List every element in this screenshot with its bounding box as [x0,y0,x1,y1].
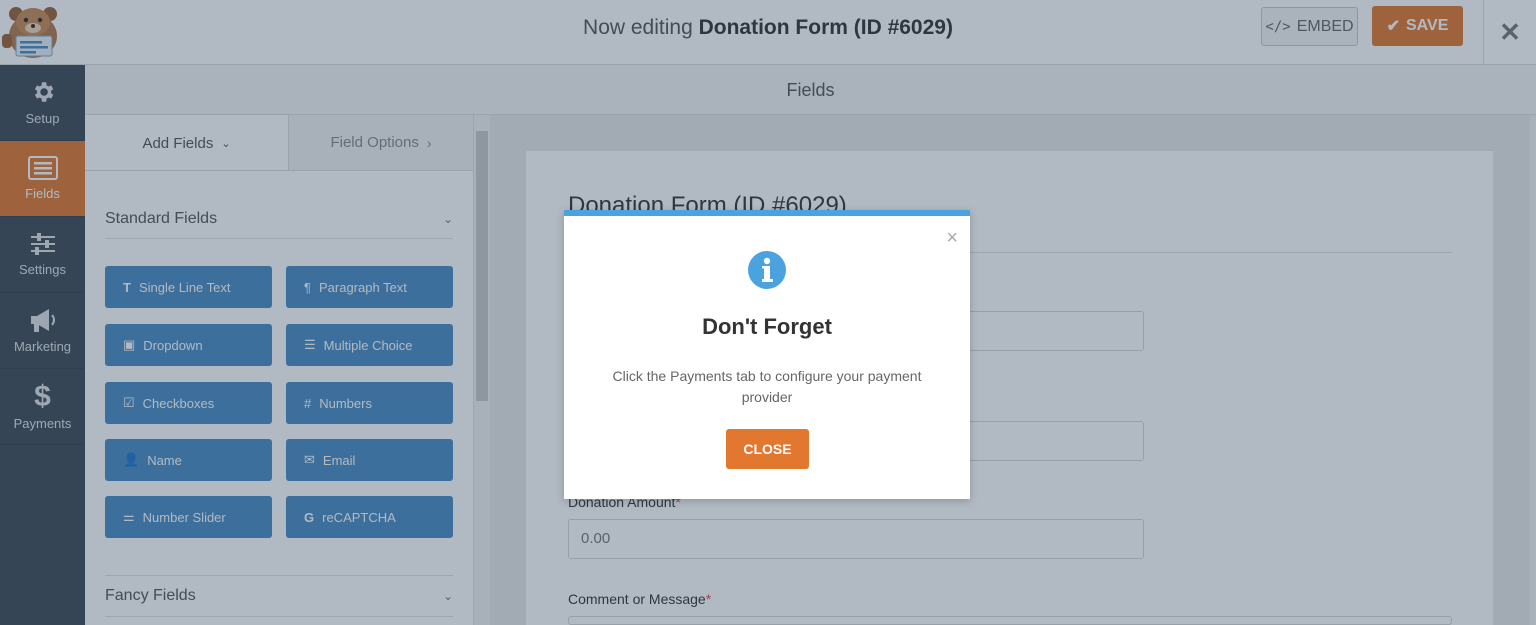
modal-close-icon[interactable]: × [946,228,958,248]
modal-close-button[interactable]: CLOSE [726,429,809,469]
modal-title: Don't Forget [702,314,832,339]
dont-forget-modal: × Don't Forget Click the Payments tab to… [564,210,970,499]
info-icon [748,251,786,289]
modal-message: Click the Payments tab to configure your… [612,368,922,405]
